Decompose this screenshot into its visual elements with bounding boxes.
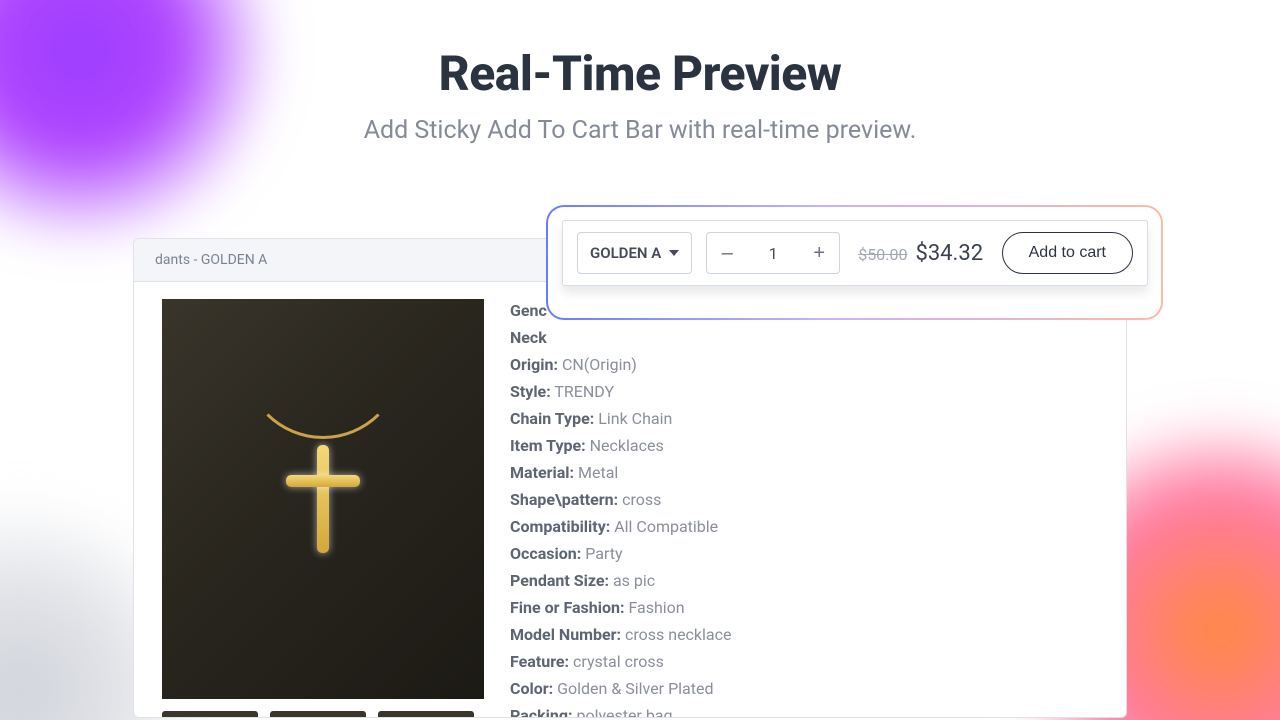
page-subtitle: Add Sticky Add To Cart Bar with real-tim… [0, 116, 1280, 145]
attribute-value: cross necklace [625, 625, 732, 644]
attribute-key: Packing: [510, 706, 573, 718]
thumbnail[interactable] [270, 711, 366, 718]
cross-pendant-graphic [286, 445, 360, 553]
attribute-key: Feature: [510, 652, 569, 671]
attribute-key: Genc [510, 301, 547, 320]
attribute-row: Style: TRENDY [510, 382, 740, 401]
compare-at-price: $50.00 [858, 245, 907, 264]
hero: Real-Time Preview Add Sticky Add To Cart… [0, 45, 1280, 145]
attribute-value: CN(Origin) [562, 355, 637, 374]
attribute-key: Shape\pattern: [510, 490, 618, 509]
attribute-row: Feature: crystal cross [510, 652, 740, 671]
product-image [162, 299, 484, 699]
attribute-value: cross [622, 490, 661, 509]
attribute-value: Metal [578, 463, 618, 482]
attribute-key: Occasion: [510, 544, 581, 563]
attribute-key: Chain Type: [510, 409, 594, 428]
price-block: $50.00 $34.32 [858, 241, 983, 266]
qty-value: 1 [747, 244, 799, 263]
attribute-value: Party [585, 544, 622, 563]
attribute-value: Link Chain [598, 409, 672, 428]
attribute-row: Chain Type: Link Chain [510, 409, 740, 428]
attribute-key: Neck [510, 328, 547, 347]
attribute-value: Golden & Silver Plated [557, 679, 713, 698]
variant-select[interactable]: GOLDEN A [577, 232, 692, 274]
attribute-key: Pendant Size: [510, 571, 609, 590]
page-title: Real-Time Preview [0, 45, 1280, 102]
variant-select-label: GOLDEN A [590, 244, 661, 262]
attribute-row: Color: Golden & Silver Plated [510, 679, 740, 698]
attribute-key: Compatibility: [510, 517, 610, 536]
product-attributes: Genc Neck Origin: CN(Origin) Style: TREND… [510, 301, 740, 718]
quantity-stepper: – 1 + [706, 232, 840, 274]
attribute-value: TRENDY [554, 382, 614, 401]
attribute-row: Neck [510, 328, 740, 347]
attribute-value: All Compatible [614, 517, 718, 536]
attribute-value: Fashion [628, 598, 684, 617]
attribute-row: Occasion: Party [510, 544, 740, 563]
product-thumbnails [162, 711, 474, 718]
sale-price: $34.32 [915, 241, 983, 266]
attribute-key: Item Type: [510, 436, 586, 455]
thumbnail[interactable] [378, 711, 474, 718]
breadcrumb-text: dants - GOLDEN A [155, 252, 267, 268]
attribute-key: Material: [510, 463, 574, 482]
attribute-row: Fine or Fashion: Fashion [510, 598, 740, 617]
qty-plus-button[interactable]: + [799, 233, 839, 273]
attribute-value: as pic [613, 571, 655, 590]
attribute-key: Style: [510, 382, 551, 401]
attribute-row: Material: Metal [510, 463, 740, 482]
attribute-value: crystal cross [573, 652, 664, 671]
add-to-cart-button[interactable]: Add to cart [1002, 232, 1133, 274]
attribute-key: Origin: [510, 355, 558, 374]
sticky-add-to-cart-bar: GOLDEN A – 1 + $50.00 $34.32 Add to cart [562, 220, 1148, 286]
attribute-key: Color: [510, 679, 553, 698]
attribute-value: Necklaces [590, 436, 664, 455]
qty-minus-button[interactable]: – [707, 233, 747, 273]
attribute-key: Model Number: [510, 625, 621, 644]
attribute-row: Model Number: cross necklace [510, 625, 740, 644]
attribute-row: Origin: CN(Origin) [510, 355, 740, 374]
attribute-row: Packing: polyester bag [510, 706, 740, 718]
attribute-key: Fine or Fashion: [510, 598, 624, 617]
attribute-row: Item Type: Necklaces [510, 436, 740, 455]
necklace-chain-graphic [243, 299, 403, 439]
attribute-value: polyester bag [577, 706, 673, 718]
attribute-row: Compatibility: All Compatible [510, 517, 740, 536]
thumbnail[interactable] [162, 711, 258, 718]
attribute-row: Pendant Size: as pic [510, 571, 740, 590]
attribute-row: Shape\pattern: cross [510, 490, 740, 509]
chevron-down-icon [669, 250, 679, 256]
